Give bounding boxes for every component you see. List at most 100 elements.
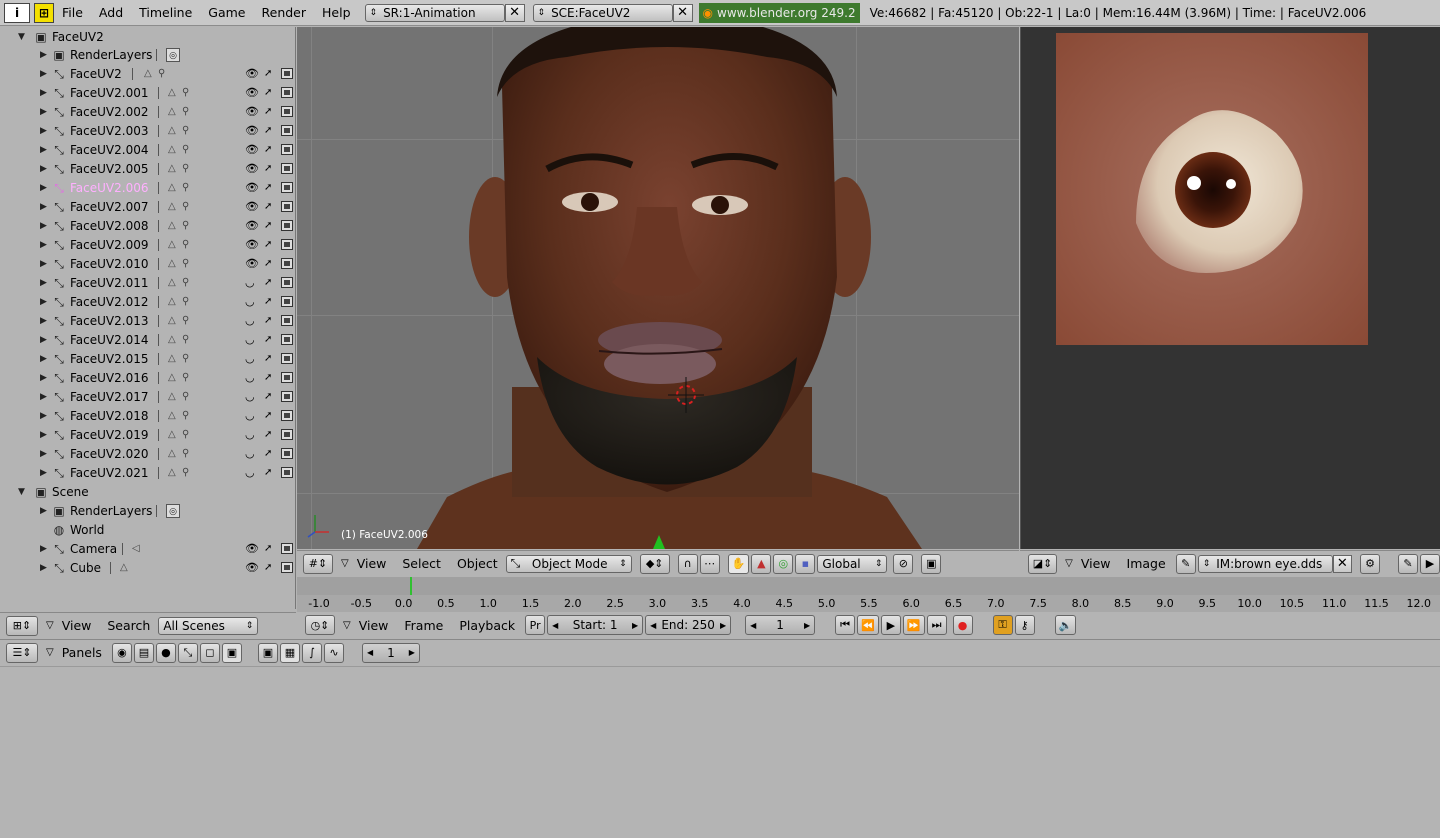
timeline-view-menu[interactable]: View bbox=[351, 618, 397, 633]
outliner-renderlayers[interactable]: ▶ ▣ RenderLayers ◎ bbox=[0, 45, 294, 64]
mesh-data-icon[interactable]: △ bbox=[168, 258, 176, 269]
modifier-icon[interactable]: ⚲ bbox=[182, 201, 189, 212]
modifier-icon[interactable]: ⚲ bbox=[182, 391, 189, 402]
editor-type-button[interactable]: ☰⇕ bbox=[6, 642, 38, 663]
visibility-eye-icon[interactable]: ◡ bbox=[245, 409, 255, 422]
timeline-playback-menu[interactable]: Playback bbox=[451, 618, 523, 633]
timeline[interactable]: -1.0 -0.5 0.0 0.5 1.0 1.5 2.0 2.5 3.0 3.5 4.0 4.5 5.… bbox=[297, 577, 1440, 613]
modifier-icon[interactable]: ⚲ bbox=[182, 467, 189, 478]
outliner-object-row[interactable]: ▶ ⤡ FaceUV2.009 △ ⚲ 👁 ➚ bbox=[0, 235, 294, 254]
image-view-menu[interactable]: View bbox=[1073, 556, 1119, 571]
buttons-window[interactable] bbox=[0, 666, 1440, 838]
decrement-icon[interactable]: ◀ bbox=[552, 621, 558, 630]
menu-file[interactable]: File bbox=[54, 5, 91, 20]
selectable-arrow-icon[interactable]: ➚ bbox=[264, 410, 272, 421]
image-image-menu[interactable]: Image bbox=[1119, 556, 1174, 571]
jump-start-icon[interactable]: ⏮ bbox=[835, 615, 856, 635]
object-name[interactable]: FaceUV2.013 bbox=[70, 314, 148, 328]
translate-icon[interactable]: ▲ bbox=[751, 553, 772, 574]
renderable-icon[interactable] bbox=[281, 182, 293, 193]
renderable-icon[interactable] bbox=[281, 87, 293, 98]
object-name[interactable]: FaceUV2.004 bbox=[70, 143, 148, 157]
expand-icon[interactable]: ▶ bbox=[40, 240, 50, 250]
renderable-icon[interactable] bbox=[281, 125, 293, 136]
object-name[interactable]: FaceUV2.003 bbox=[70, 124, 148, 138]
modifier-icon[interactable]: ⚲ bbox=[182, 163, 189, 174]
modifier-icon[interactable]: ⚲ bbox=[182, 182, 189, 193]
camera-data-icon[interactable]: ◁ bbox=[132, 543, 140, 554]
selectable-arrow-icon[interactable]: ➚ bbox=[264, 315, 272, 326]
outliner-object-row[interactable]: ▶ ⤡ FaceUV2 △ ⚲ 👁 ➚ bbox=[0, 64, 294, 83]
mesh-data-icon[interactable]: △ bbox=[168, 220, 176, 231]
collapse-icon[interactable]: ▼ bbox=[18, 32, 28, 42]
outliner-object-row[interactable]: ▶ ⤡ FaceUV2.018 △ ⚲ ◡ ➚ bbox=[0, 406, 294, 425]
modifier-icon[interactable]: ⚲ bbox=[182, 372, 189, 383]
visibility-eye-icon[interactable]: 👁 bbox=[245, 143, 259, 156]
outliner-object-row[interactable]: ▶ ⤡ FaceUV2.011 △ ⚲ ◡ ➚ bbox=[0, 273, 294, 292]
menu-game[interactable]: Game bbox=[200, 5, 253, 20]
renderable-icon[interactable] bbox=[281, 448, 293, 459]
visibility-eye-icon[interactable]: ◡ bbox=[245, 466, 255, 479]
visibility-eye-icon[interactable]: 👁 bbox=[245, 181, 259, 194]
renderable-icon[interactable] bbox=[281, 410, 293, 421]
visibility-eye-icon[interactable]: ◡ bbox=[245, 371, 255, 384]
renderable-icon[interactable] bbox=[281, 391, 293, 402]
visibility-eye-icon[interactable]: ◡ bbox=[245, 352, 255, 365]
outliner-search-menu[interactable]: Search bbox=[99, 618, 158, 633]
selectable-arrow-icon[interactable]: ➚ bbox=[264, 277, 272, 288]
outliner-object-row[interactable]: ▶ ⤡ FaceUV2.008 △ ⚲ 👁 ➚ bbox=[0, 216, 294, 235]
menu-help[interactable]: Help bbox=[314, 5, 359, 20]
modifier-icon[interactable]: ⚲ bbox=[182, 144, 189, 155]
mesh-data-icon[interactable]: △ bbox=[168, 144, 176, 155]
outliner-object-row[interactable]: ▶ ⤡ FaceUV2.002 △ ⚲ 👁 ➚ bbox=[0, 102, 294, 121]
object-name[interactable]: FaceUV2.010 bbox=[70, 257, 148, 271]
selectable-arrow-icon[interactable]: ➚ bbox=[264, 163, 272, 174]
lock-layers-icon[interactable]: ⊘ bbox=[893, 553, 914, 574]
renderlayer-settings-icon[interactable]: ◎ bbox=[166, 47, 180, 62]
increment-icon[interactable]: ▶ bbox=[409, 648, 415, 657]
renderlayer-settings-icon[interactable]: ◎ bbox=[166, 503, 180, 518]
object-name[interactable]: FaceUV2.016 bbox=[70, 371, 148, 385]
outliner-world[interactable]: ◍ World bbox=[0, 520, 294, 539]
renderable-icon[interactable] bbox=[281, 296, 293, 307]
increment-icon[interactable]: ▶ bbox=[720, 621, 726, 630]
visibility-eye-icon[interactable]: 👁 bbox=[245, 105, 259, 118]
selectable-arrow-icon[interactable]: ➚ bbox=[264, 562, 272, 573]
mesh-data-icon[interactable]: △ bbox=[168, 277, 176, 288]
selectable-arrow-icon[interactable]: ➚ bbox=[264, 334, 272, 345]
renderable-icon[interactable] bbox=[281, 467, 293, 478]
selectable-arrow-icon[interactable]: ➚ bbox=[264, 239, 272, 250]
selectable-arrow-icon[interactable]: ➚ bbox=[264, 220, 272, 231]
render-subcontext-icon[interactable]: ▣ bbox=[257, 642, 278, 663]
menu-timeline[interactable]: Timeline bbox=[131, 5, 200, 20]
modifier-icon[interactable]: ⚲ bbox=[182, 258, 189, 269]
visibility-eye-icon[interactable]: ◡ bbox=[245, 314, 255, 327]
object-name[interactable]: FaceUV2.014 bbox=[70, 333, 148, 347]
object-name[interactable]: FaceUV2.011 bbox=[70, 276, 148, 290]
render-preview-icon[interactable]: ▣ bbox=[921, 553, 942, 574]
rotate-icon[interactable]: ◎ bbox=[773, 553, 794, 574]
viewport-select-menu[interactable]: Select bbox=[394, 556, 449, 571]
selectable-arrow-icon[interactable]: ➚ bbox=[264, 106, 272, 117]
current-frame-line[interactable] bbox=[410, 577, 412, 595]
modifier-icon[interactable]: ⚲ bbox=[182, 353, 189, 364]
pivot-icon[interactable]: ∩ bbox=[677, 553, 698, 574]
collapse-icon[interactable]: ▼ bbox=[18, 487, 28, 497]
expand-icon[interactable]: ▶ bbox=[40, 468, 50, 478]
renderable-icon[interactable] bbox=[281, 239, 293, 250]
renderable-icon[interactable] bbox=[281, 334, 293, 345]
outliner-object-row[interactable]: ▶ ⤡ FaceUV2.014 △ ⚲ ◡ ➚ bbox=[0, 330, 294, 349]
visibility-eye-icon[interactable]: 👁 bbox=[245, 238, 259, 251]
selectable-arrow-icon[interactable]: ➚ bbox=[264, 182, 272, 193]
outliner-object-row[interactable]: ▶ ⤡ FaceUV2.017 △ ⚲ ◡ ➚ bbox=[0, 387, 294, 406]
script-context-icon[interactable]: ▤ bbox=[133, 642, 154, 663]
expand-icon[interactable]: ▶ bbox=[40, 278, 50, 288]
visibility-eye-icon[interactable]: 👁 bbox=[245, 67, 259, 80]
object-name[interactable]: FaceUV2.006 bbox=[70, 181, 148, 195]
outliner-object-row[interactable]: ▶ ⤡ FaceUV2.007 △ ⚲ 👁 ➚ bbox=[0, 197, 294, 216]
object-name[interactable]: FaceUV2.020 bbox=[70, 447, 148, 461]
visibility-eye-icon[interactable]: 👁 bbox=[245, 124, 259, 137]
renderable-icon[interactable] bbox=[281, 144, 293, 155]
manipulator-hand-icon[interactable]: ✋ bbox=[727, 553, 750, 574]
visibility-eye-icon[interactable]: ◡ bbox=[245, 276, 255, 289]
